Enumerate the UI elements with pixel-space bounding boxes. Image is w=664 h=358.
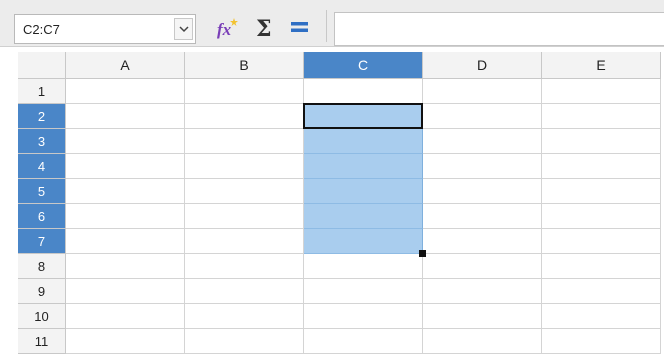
cell-c5[interactable] <box>304 179 423 204</box>
cell-c10[interactable] <box>304 304 423 329</box>
column-header-d[interactable]: D <box>423 52 542 79</box>
cell-a9[interactable] <box>66 279 185 304</box>
cell-e1[interactable] <box>542 79 661 104</box>
cell-d11[interactable] <box>423 329 542 354</box>
cell-b1[interactable] <box>185 79 304 104</box>
cell-e6[interactable] <box>542 204 661 229</box>
cell-c6[interactable] <box>304 204 423 229</box>
column-header-b[interactable]: B <box>185 52 304 79</box>
cell-c11[interactable] <box>304 329 423 354</box>
cell-a5[interactable] <box>66 179 185 204</box>
cell-d4[interactable] <box>423 154 542 179</box>
cell-c7[interactable] <box>304 229 423 254</box>
name-box[interactable]: C2:C7 <box>14 14 196 44</box>
fill-handle[interactable] <box>419 250 426 257</box>
function-wizard-button[interactable]: fx <box>214 12 242 42</box>
row-header-4[interactable]: 4 <box>18 154 66 179</box>
sum-button[interactable]: Σ <box>252 12 278 42</box>
column-header-c[interactable]: C <box>304 52 423 79</box>
cell-d2[interactable] <box>423 104 542 129</box>
row-header-9[interactable]: 9 <box>18 279 66 304</box>
cell-d3[interactable] <box>423 129 542 154</box>
cell-b4[interactable] <box>185 154 304 179</box>
cell-b5[interactable] <box>185 179 304 204</box>
row-header-2[interactable]: 2 <box>18 104 66 129</box>
column-header-e[interactable]: E <box>542 52 661 79</box>
cell-c8[interactable] <box>304 254 423 279</box>
cell-e8[interactable] <box>542 254 661 279</box>
formula-bar: C2:C7 fx Σ <box>0 0 664 47</box>
name-box-value[interactable]: C2:C7 <box>23 22 60 37</box>
cell-c1[interactable] <box>304 79 423 104</box>
cell-a4[interactable] <box>66 154 185 179</box>
row-header-8[interactable]: 8 <box>18 254 66 279</box>
cell-e2[interactable] <box>542 104 661 129</box>
cell-a3[interactable] <box>66 129 185 154</box>
cell-b9[interactable] <box>185 279 304 304</box>
formula-button[interactable] <box>288 12 312 42</box>
cell-e3[interactable] <box>542 129 661 154</box>
svg-text:fx: fx <box>217 20 232 39</box>
cell-a11[interactable] <box>66 329 185 354</box>
cell-a6[interactable] <box>66 204 185 229</box>
cell-d5[interactable] <box>423 179 542 204</box>
cell-d8[interactable] <box>423 254 542 279</box>
cell-c3[interactable] <box>304 129 423 154</box>
svg-text:Σ: Σ <box>256 16 272 39</box>
cell-e7[interactable] <box>542 229 661 254</box>
chevron-down-icon[interactable] <box>174 18 193 40</box>
cell-e10[interactable] <box>542 304 661 329</box>
sum-icon: Σ <box>256 16 272 39</box>
cell-b6[interactable] <box>185 204 304 229</box>
toolbar-separator <box>326 10 327 42</box>
cell-e4[interactable] <box>542 154 661 179</box>
formula-input[interactable] <box>334 12 664 46</box>
row-header-7[interactable]: 7 <box>18 229 66 254</box>
cell-a7[interactable] <box>66 229 185 254</box>
cell-a1[interactable] <box>66 79 185 104</box>
cell-b3[interactable] <box>185 129 304 154</box>
cell-b8[interactable] <box>185 254 304 279</box>
cell-d10[interactable] <box>423 304 542 329</box>
row-header-10[interactable]: 10 <box>18 304 66 329</box>
row-header-3[interactable]: 3 <box>18 129 66 154</box>
cell-a8[interactable] <box>66 254 185 279</box>
equals-icon <box>291 22 308 32</box>
cell-b7[interactable] <box>185 229 304 254</box>
cell-d9[interactable] <box>423 279 542 304</box>
cell-c4[interactable] <box>304 154 423 179</box>
cell-d7[interactable] <box>423 229 542 254</box>
row-header-1[interactable]: 1 <box>18 79 66 104</box>
column-header-a[interactable]: A <box>66 52 185 79</box>
cell-b2[interactable] <box>185 104 304 129</box>
cell-e11[interactable] <box>542 329 661 354</box>
select-all-corner[interactable] <box>18 52 66 79</box>
row-header-6[interactable]: 6 <box>18 204 66 229</box>
cell-c2[interactable] <box>304 104 423 129</box>
row-header-11[interactable]: 11 <box>18 329 66 354</box>
cell-a2[interactable] <box>66 104 185 129</box>
cell-b11[interactable] <box>185 329 304 354</box>
cell-e5[interactable] <box>542 179 661 204</box>
cell-a10[interactable] <box>66 304 185 329</box>
cell-c9[interactable] <box>304 279 423 304</box>
row-header-5[interactable]: 5 <box>18 179 66 204</box>
cell-d6[interactable] <box>423 204 542 229</box>
cell-d1[interactable] <box>423 79 542 104</box>
cell-e9[interactable] <box>542 279 661 304</box>
cell-b10[interactable] <box>185 304 304 329</box>
function-wizard-icon: fx <box>217 18 238 39</box>
